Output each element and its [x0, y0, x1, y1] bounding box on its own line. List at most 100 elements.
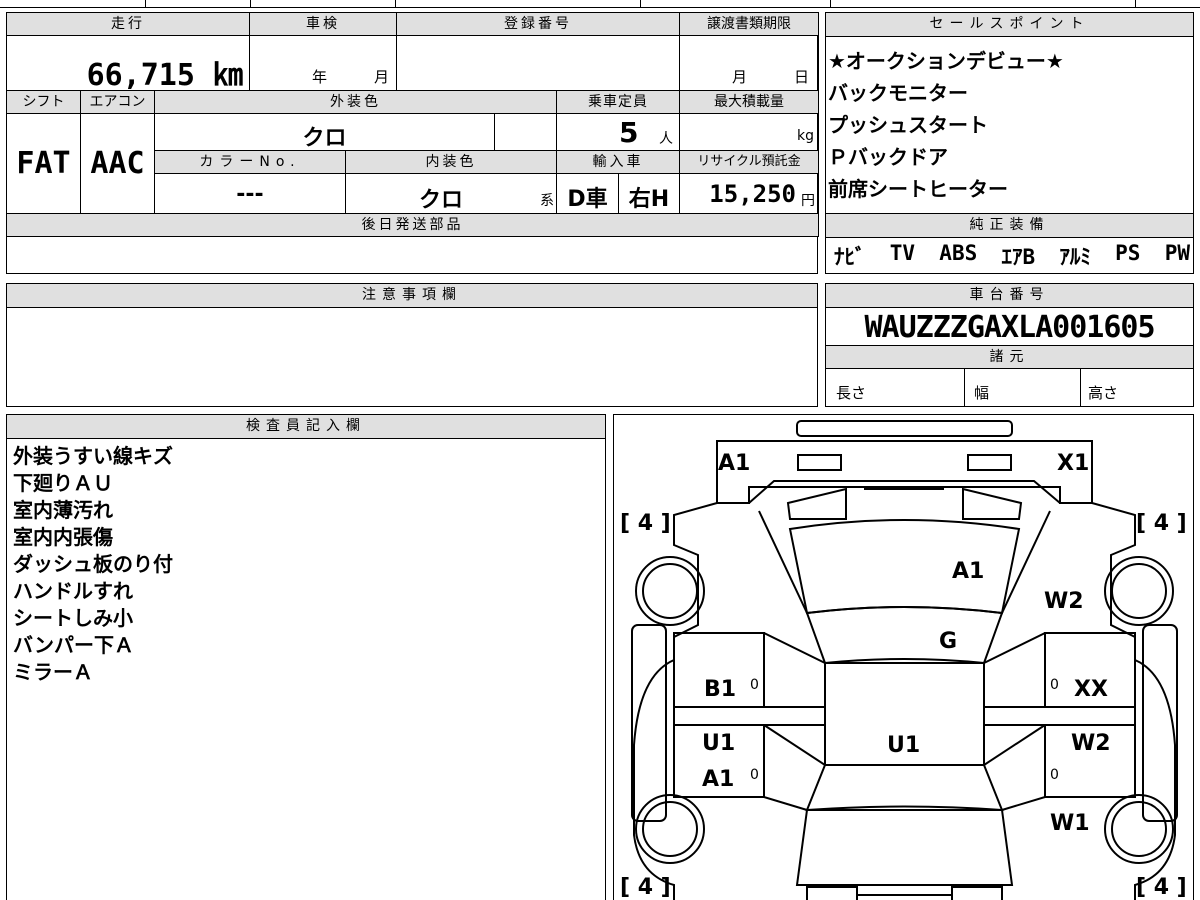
tire-rear-left: [ 4 ] [620, 875, 671, 900]
inspector-note: 室内内張傷 [13, 525, 113, 549]
capacity-label: 乗車定員 [556, 90, 680, 114]
mileage-label: 走行 [6, 12, 250, 36]
transfer-month-unit: 月 [732, 68, 748, 86]
inspection-month-unit: 月 [374, 68, 390, 86]
tire-rear-right: [ 4 ] [1136, 875, 1187, 900]
equipment-airbag: ｴｱB [1001, 245, 1036, 269]
caution-label: 注意事項欄 [7, 284, 817, 308]
mark-left-front-door-num: 0 [750, 677, 759, 693]
handle-cell: 右H [618, 173, 680, 214]
sales-point-item: ★オークションデビュー★ [828, 49, 1064, 73]
inspection-label: 車検 [249, 12, 397, 36]
sales-point-item: Ｐバックドア [828, 145, 948, 169]
interior-color-label: 内装色 [345, 150, 557, 174]
import-label: 輸入車 [556, 150, 680, 174]
mark-hood: A1 [952, 559, 985, 584]
caution-box: 注意事項欄 [6, 283, 818, 407]
inspector-note: 室内薄汚れ [13, 498, 113, 522]
inspector-note: ハンドルすれ [13, 579, 133, 603]
aircon-value: AAC [90, 146, 145, 181]
sales-point-item: 前席シートヒーター [828, 177, 1008, 201]
registration-label: 登録番号 [396, 12, 680, 36]
aircon-label: エアコン [80, 90, 155, 114]
mileage-value: 66,715 ㎞ [86, 58, 243, 93]
color-no-label: カラーNo. [154, 150, 346, 174]
sales-points-label: セールスポイント [826, 13, 1193, 37]
tire-front-left: [ 4 ] [620, 511, 671, 536]
mark-front-left: A1 [718, 451, 751, 476]
sales-points-list: ★オークションデビュー★ バックモニター プッシュスタート Ｐバックドア 前席シ… [828, 45, 1064, 205]
car-outline-diagram [631, 420, 1178, 900]
chassis-number: WAUZZZGAXLA001605 [864, 310, 1155, 345]
color-no-value: --- [236, 182, 264, 207]
inspector-note: シートしみ小 [13, 606, 133, 630]
mark-windshield: G [939, 629, 958, 654]
transfer-day-unit: 日 [794, 68, 810, 86]
vehicle-info-table: 走行 車検 登録番号 譲渡書類期限 66,715 ㎞ 年 月 月 日 シフト エ… [6, 12, 819, 274]
mark-right-front-door-num: 0 [1050, 677, 1059, 693]
interior-color-value: クロ [418, 188, 463, 213]
import-value: D車 [567, 187, 608, 212]
inspector-label: 検査員記入欄 [7, 415, 605, 439]
spec-width-label: 幅 [974, 384, 990, 402]
shift-label: シフト [6, 90, 81, 114]
mark-left-rear-upper: U1 [702, 731, 736, 756]
inspector-note: 下廻りＡＵ [13, 471, 113, 495]
inspector-note: バンパー下Ａ [13, 633, 134, 657]
car-diagram-box: [ 4 ] [ 4 ] [ 4 ] [ 4 ] A1 X1 A1 W2 G B1… [613, 414, 1194, 900]
interior-color-cell: クロ 系 [345, 173, 557, 214]
max-load-label: 最大積載量 [679, 90, 819, 114]
inspector-box: 検査員記入欄 外装うすい線キズ 下廻りＡＵ 室内薄汚れ 室内内張傷 ダッシュ板の… [6, 414, 606, 900]
handle-value: 右H [628, 187, 670, 212]
recycle-unit: 円 [801, 193, 815, 209]
max-load-unit: kg [797, 128, 814, 144]
import-cell: D車 [556, 173, 619, 214]
chassis-box: 車台番号 WAUZZZGAXLA001605 諸元 長さ 幅 高さ [825, 283, 1194, 407]
equipment-tv: TV [889, 241, 916, 265]
exterior-color-value: クロ [302, 126, 347, 151]
genuine-equipment-list: ﾅﾋﾞ TV ABS ｴｱB ｱﾙﾐ PS PW [834, 241, 1190, 271]
transfer-deadline-label: 譲渡書類期限 [679, 12, 819, 36]
later-parts-label: 後日発送部品 [6, 213, 819, 237]
interior-color-suffix: 系 [540, 193, 554, 209]
equipment-ps: PS [1115, 241, 1141, 265]
recycle-label: リサイクル預託金 [679, 150, 819, 174]
genuine-equipment-label: 純正装備 [826, 214, 1193, 238]
spec-length-label: 長さ [836, 384, 867, 402]
exterior-color-cell: クロ [154, 113, 495, 151]
sales-points-box: セールスポイント ★オークションデビュー★ バックモニター プッシュスタート Ｐ… [825, 12, 1194, 274]
color-no-cell: --- [154, 173, 346, 214]
mark-roof: U1 [887, 733, 921, 758]
mark-right-fender: W2 [1044, 589, 1084, 614]
chassis-label: 車台番号 [826, 284, 1193, 308]
equipment-navi: ﾅﾋﾞ [834, 245, 866, 269]
inspection-year-unit: 年 [312, 68, 328, 86]
mark-front-right: X1 [1057, 451, 1090, 476]
spec-height-label: 高さ [1088, 384, 1119, 402]
mark-right-rear-num: 0 [1050, 767, 1059, 783]
mark-right-quarter: W1 [1050, 811, 1090, 836]
exterior-color-sub-cell [494, 113, 557, 151]
max-load-cell: kg [679, 113, 819, 151]
capacity-value: 5 [619, 116, 639, 149]
mark-right-front-door: XX [1074, 677, 1108, 702]
inspector-notes-list: 外装うすい線キズ 下廻りＡＵ 室内薄汚れ 室内内張傷 ダッシュ板のり付 ハンドル… [13, 443, 173, 686]
shift-cell: FAT [6, 113, 81, 214]
shift-value: FAT [16, 146, 71, 181]
sales-point-item: プッシュスタート [828, 113, 988, 137]
mark-left-rear-lower: A1 [702, 767, 735, 792]
aircon-cell: AAC [80, 113, 155, 214]
capacity-unit: 人 [659, 131, 673, 147]
inspector-note: ダッシュ板のり付 [13, 552, 173, 576]
mark-left-front-door: B1 [704, 677, 737, 702]
capacity-cell: 5 人 [556, 113, 680, 151]
mark-right-rear-upper: W2 [1071, 731, 1111, 756]
top-strip [0, 0, 1200, 8]
exterior-color-label: 外装色 [154, 90, 557, 114]
inspector-note: 外装うすい線キズ [13, 444, 173, 468]
inspector-note: ミラーＡ [13, 660, 93, 684]
equipment-alloy: ｱﾙﾐ [1059, 245, 1091, 269]
mark-left-rear-num: 0 [750, 767, 759, 783]
recycle-value: 15,250 [709, 180, 796, 208]
equipment-pw: PW [1164, 241, 1190, 265]
